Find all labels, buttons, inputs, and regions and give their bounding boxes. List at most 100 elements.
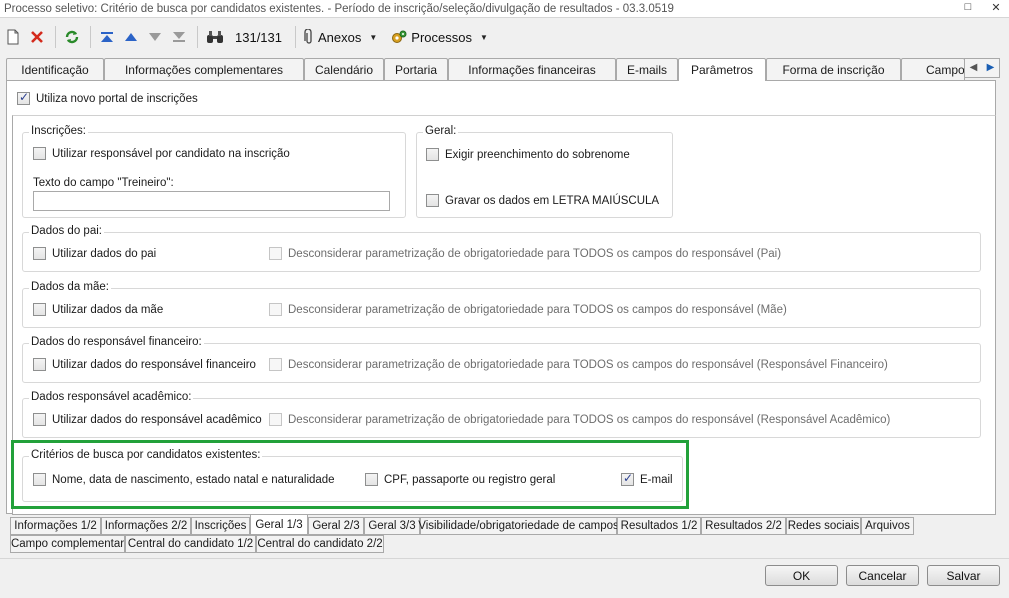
btab-resultados-1[interactable]: Resultados 1/2 [617, 517, 701, 535]
academico-desconsiderar-checkbox[interactable] [269, 413, 282, 426]
criterio-nome-checkbox[interactable] [33, 473, 46, 486]
academico-desconsiderar-label: Desconsiderar parametrização de obrigato… [288, 413, 891, 426]
criterio-nome-label: Nome, data de nascimento, estado natal e… [52, 473, 335, 486]
novo-portal-checkbox-row[interactable]: Utiliza novo portal de inscrições [17, 90, 198, 105]
cancel-button[interactable]: Cancelar [846, 565, 919, 586]
mae-usar-checkbox-row[interactable]: Utilizar dados da mãe [33, 303, 163, 316]
academico-usar-checkbox[interactable] [33, 413, 46, 426]
btab-informacoes-2[interactable]: Informações 2/2 [101, 517, 191, 535]
academico-usar-label: Utilizar dados do responsável acadêmico [52, 413, 262, 426]
mae-desconsiderar-label: Desconsiderar parametrização de obrigato… [288, 303, 787, 316]
pai-desconsiderar-checkbox-row[interactable]: Desconsiderar parametrização de obrigato… [269, 247, 781, 260]
scroll-left-icon[interactable]: ◀ [965, 59, 982, 77]
tab-campo[interactable]: Campo [901, 58, 965, 80]
financeiro-desconsiderar-checkbox[interactable] [269, 358, 282, 371]
btab-campo-complementar[interactable]: Campo complementar [10, 535, 125, 553]
previous-record-icon [125, 33, 137, 41]
btab-central-candidato-1[interactable]: Central do candidato 1/2 [125, 535, 256, 553]
btab-geral-3[interactable]: Geral 3/3 [364, 517, 420, 535]
maiuscula-checkbox-row[interactable]: Gravar os dados em LETRA MAIÚSCULA [426, 194, 659, 207]
chevron-down-icon: ▼ [369, 32, 378, 42]
processos-menu-button[interactable]: Processos ▼ [388, 25, 491, 49]
refresh-icon [65, 30, 79, 44]
btab-geral-2[interactable]: Geral 2/3 [308, 517, 364, 535]
anexos-menu-button[interactable]: Anexos ▼ [301, 25, 380, 49]
dados-financeiro-group: Dados do responsável financeiro: Utiliza… [22, 336, 981, 383]
pai-usar-checkbox[interactable] [33, 247, 46, 260]
criterio-cpf-checkbox[interactable] [365, 473, 378, 486]
tab-parametros[interactable]: Parâmetros [678, 58, 766, 81]
save-button[interactable]: Salvar [927, 565, 1000, 586]
criterio-nome-checkbox-row[interactable]: Nome, data de nascimento, estado natal e… [33, 473, 335, 486]
academico-desconsiderar-checkbox-row[interactable]: Desconsiderar parametrização de obrigato… [269, 413, 890, 426]
financeiro-usar-checkbox-row[interactable]: Utilizar dados do responsável financeiro [33, 358, 256, 371]
geral-legend: Geral: [423, 125, 459, 137]
paperclip-icon [304, 29, 312, 44]
close-window-button[interactable]: ✕ [989, 1, 1003, 14]
mae-usar-label: Utilizar dados da mãe [52, 303, 164, 316]
inscricoes-group: Inscrições: Utilizar responsável por can… [22, 125, 406, 218]
window-title-bar: Processo seletivo: Critério de busca por… [0, 0, 1009, 18]
first-record-button[interactable] [96, 25, 118, 49]
financeiro-desconsiderar-checkbox-row[interactable]: Desconsiderar parametrização de obrigato… [269, 358, 888, 371]
maiuscula-label: Gravar os dados em LETRA MAIÚSCULA [445, 194, 660, 207]
mae-usar-checkbox[interactable] [33, 303, 46, 316]
pai-usar-checkbox-row[interactable]: Utilizar dados do pai [33, 247, 156, 260]
window-title: Processo seletivo: Critério de busca por… [4, 2, 674, 15]
criterio-email-label: E-mail [640, 473, 673, 486]
search-button[interactable] [203, 25, 227, 49]
responsavel-checkbox[interactable] [33, 147, 46, 160]
btab-resultados-2[interactable]: Resultados 2/2 [701, 517, 786, 535]
chevron-down-icon: ▼ [480, 32, 488, 42]
new-document-icon [7, 29, 19, 45]
sobrenome-checkbox-row[interactable]: Exigir preenchimento do sobrenome [426, 148, 630, 161]
btab-inscricoes[interactable]: Inscrições [191, 517, 250, 535]
toolbar-separator [197, 26, 198, 48]
responsavel-checkbox-row[interactable]: Utilizar responsável por candidato na in… [33, 147, 290, 160]
treineiro-input[interactable] [33, 191, 390, 211]
previous-record-button[interactable] [120, 25, 142, 49]
tab-forma-de-inscricao[interactable]: Forma de inscrição [766, 58, 901, 80]
scroll-right-icon[interactable]: ▶ [982, 59, 999, 77]
criterio-email-checkbox[interactable] [621, 471, 634, 486]
toolbar-separator [90, 26, 91, 48]
restore-window-button[interactable]: □ [961, 1, 975, 14]
last-record-button[interactable] [168, 25, 190, 49]
criterio-email-checkbox-row[interactable]: E-mail [621, 471, 673, 486]
dados-pai-legend: Dados do pai: [29, 225, 104, 237]
treineiro-label-row: Texto do campo "Treineiro": [33, 177, 174, 189]
tab-portaria[interactable]: Portaria [384, 58, 448, 80]
btab-arquivos[interactable]: Arquivos [861, 517, 914, 535]
last-record-icon [173, 32, 185, 42]
tab-identificacao[interactable]: Identificação [6, 58, 104, 80]
criterio-cpf-checkbox-row[interactable]: CPF, passaporte ou registro geral [365, 473, 555, 486]
binoculars-icon [207, 31, 223, 43]
btab-central-candidato-2[interactable]: Central do candidato 2/2 [256, 535, 384, 553]
parameters-container: Inscrições: Utilizar responsável por can… [11, 115, 996, 515]
tab-informacoes-complementares[interactable]: Informações complementares [104, 58, 304, 80]
pai-desconsiderar-checkbox[interactable] [269, 247, 282, 260]
btab-redes-sociais[interactable]: Redes sociais [786, 517, 861, 535]
record-counter: 131/131 [235, 29, 282, 45]
tab-emails[interactable]: E-mails [616, 58, 678, 80]
criterios-legend: Critérios de busca por candidatos existe… [29, 449, 263, 461]
maiuscula-checkbox[interactable] [426, 194, 439, 207]
novo-portal-checkbox[interactable] [17, 90, 30, 105]
btab-geral-1[interactable]: Geral 1/3 [250, 515, 308, 535]
tab-informacoes-financeiras[interactable]: Informações financeiras [448, 58, 616, 80]
dados-mae-legend: Dados da mãe: [29, 281, 111, 293]
academico-usar-checkbox-row[interactable]: Utilizar dados do responsável acadêmico [33, 413, 262, 426]
mae-desconsiderar-checkbox[interactable] [269, 303, 282, 316]
ok-button[interactable]: OK [765, 565, 838, 586]
criterio-cpf-label: CPF, passaporte ou registro geral [384, 473, 556, 486]
mae-desconsiderar-checkbox-row[interactable]: Desconsiderar parametrização de obrigato… [269, 303, 787, 316]
next-record-button[interactable] [144, 25, 166, 49]
tab-calendario[interactable]: Calendário [304, 58, 384, 80]
new-document-button[interactable] [2, 25, 24, 49]
sobrenome-checkbox[interactable] [426, 148, 439, 161]
financeiro-usar-checkbox[interactable] [33, 358, 46, 371]
btab-visibilidade[interactable]: Visibilidade/obrigatoriedade de campos [418, 517, 619, 535]
btab-informacoes-1[interactable]: Informações 1/2 [10, 517, 101, 535]
delete-button[interactable] [26, 25, 48, 49]
refresh-button[interactable] [61, 25, 83, 49]
